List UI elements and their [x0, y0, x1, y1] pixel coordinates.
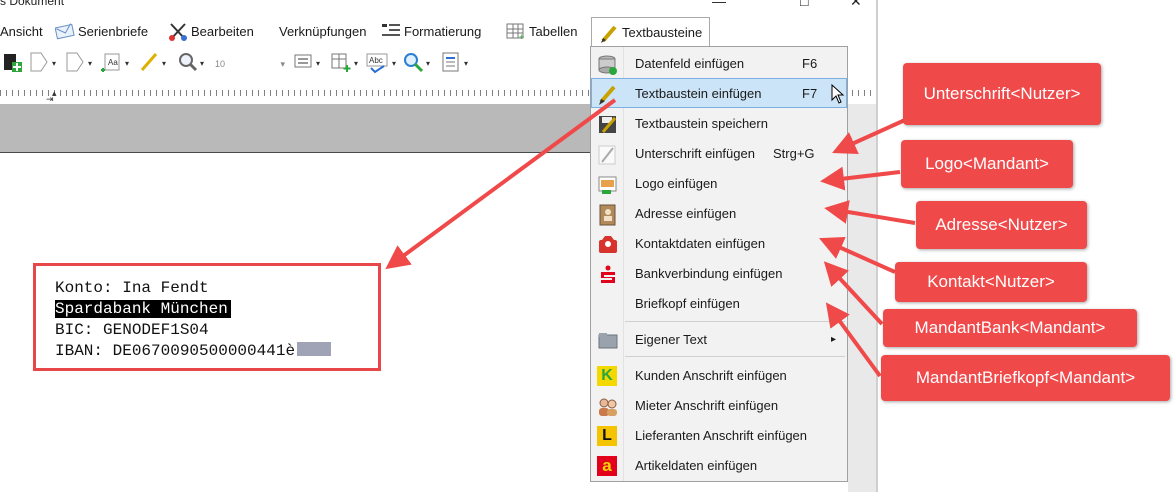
annotation-unterschrift: Unterschrift<Nutzer> — [903, 63, 1101, 125]
annotation-mandantbriefkopf: MandantBriefkopf<Mandant> — [881, 355, 1170, 401]
annotation-kontakt: Kontakt<Nutzer> — [895, 262, 1087, 302]
arrow-mandantbank — [823, 261, 884, 326]
arrow-kontakt — [819, 236, 896, 274]
annotation-adresse: Adresse<Nutzer> — [916, 201, 1087, 249]
annotation-mandantbank: MandantBank<Mandant> — [883, 309, 1137, 347]
arrow-adresse — [824, 200, 916, 225]
arrow-logo — [820, 166, 901, 191]
annotation-logo: Logo<Mandant> — [901, 140, 1073, 188]
arrow-to-bank-box — [385, 98, 617, 270]
arrow-mandantbriefkopf — [825, 302, 882, 378]
arrow-unterschrift — [832, 118, 906, 154]
